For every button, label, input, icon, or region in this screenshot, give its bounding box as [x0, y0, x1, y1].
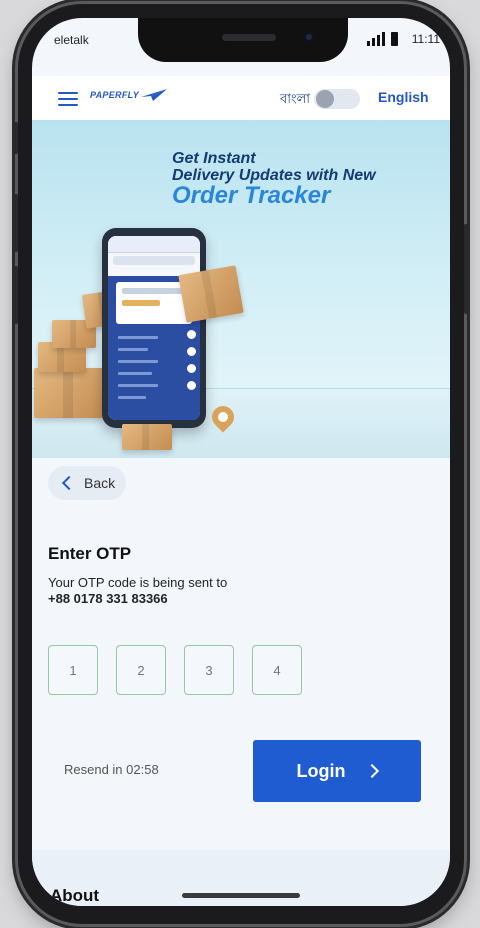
- volume-down-button: [12, 266, 18, 324]
- back-button[interactable]: Back: [48, 466, 126, 500]
- brand-logo[interactable]: PAPERFLY: [90, 88, 169, 102]
- speaker: [222, 34, 276, 41]
- power-button: [464, 224, 470, 314]
- language-toggle[interactable]: [314, 89, 360, 109]
- language-english[interactable]: English: [378, 89, 429, 105]
- footer-about-heading: About: [50, 886, 100, 905]
- home-indicator: [182, 893, 300, 898]
- login-button[interactable]: Login: [253, 740, 421, 802]
- resend-timer: Resend in 02:58: [64, 762, 159, 777]
- back-button-label: Back: [84, 475, 116, 491]
- volume-up-button: [12, 194, 18, 252]
- phone-illustration: [102, 228, 206, 428]
- banner-line3: Order Tracker: [172, 182, 331, 209]
- otp-digit-4[interactable]: [252, 645, 302, 695]
- otp-digit-2[interactable]: [116, 645, 166, 695]
- battery-icon: [390, 32, 398, 46]
- otp-title: Enter OTP: [48, 544, 132, 563]
- banner-line1: Get Instant: [172, 150, 256, 167]
- otp-inputs: [48, 645, 302, 695]
- language-bangla[interactable]: বাংলা: [280, 90, 310, 111]
- clock: 11:11: [411, 32, 440, 46]
- status-icons: 11:11: [366, 32, 440, 46]
- front-camera: [304, 32, 314, 42]
- parcel-box-icon: [122, 424, 172, 450]
- login-button-label: Login: [296, 760, 346, 781]
- chevron-left-icon: [61, 475, 77, 491]
- app-header: PAPERFLY বাংলা English: [32, 76, 450, 120]
- otp-subtitle: Your OTP code is being sent to: [48, 575, 228, 590]
- otp-phone-number: +88 0178 331 83366: [48, 591, 168, 606]
- mute-switch: [12, 122, 18, 154]
- notch: [138, 18, 348, 62]
- paper-plane-icon: [141, 89, 168, 101]
- otp-digit-3[interactable]: [184, 645, 234, 695]
- phone-illustration-screen: [108, 236, 200, 420]
- parcel-box-icon: [178, 265, 244, 323]
- logo-text: PAPERFLY: [90, 90, 140, 100]
- toggle-knob: [316, 90, 334, 108]
- chevron-right-icon: [365, 763, 380, 779]
- avatar-dots: [185, 328, 198, 392]
- hamburger-menu-icon[interactable]: [58, 92, 78, 106]
- order-tracker-banner[interactable]: Get Instant Delivery Updates with New Or…: [32, 120, 450, 458]
- phone-screen: eletalk 11:11 PAPERFLY বাংলা English Get…: [32, 18, 450, 906]
- signal-icon: [366, 32, 385, 46]
- parcel-box-icon: [34, 368, 106, 418]
- otp-digit-1[interactable]: [48, 645, 98, 695]
- carrier-label: eletalk: [54, 33, 89, 47]
